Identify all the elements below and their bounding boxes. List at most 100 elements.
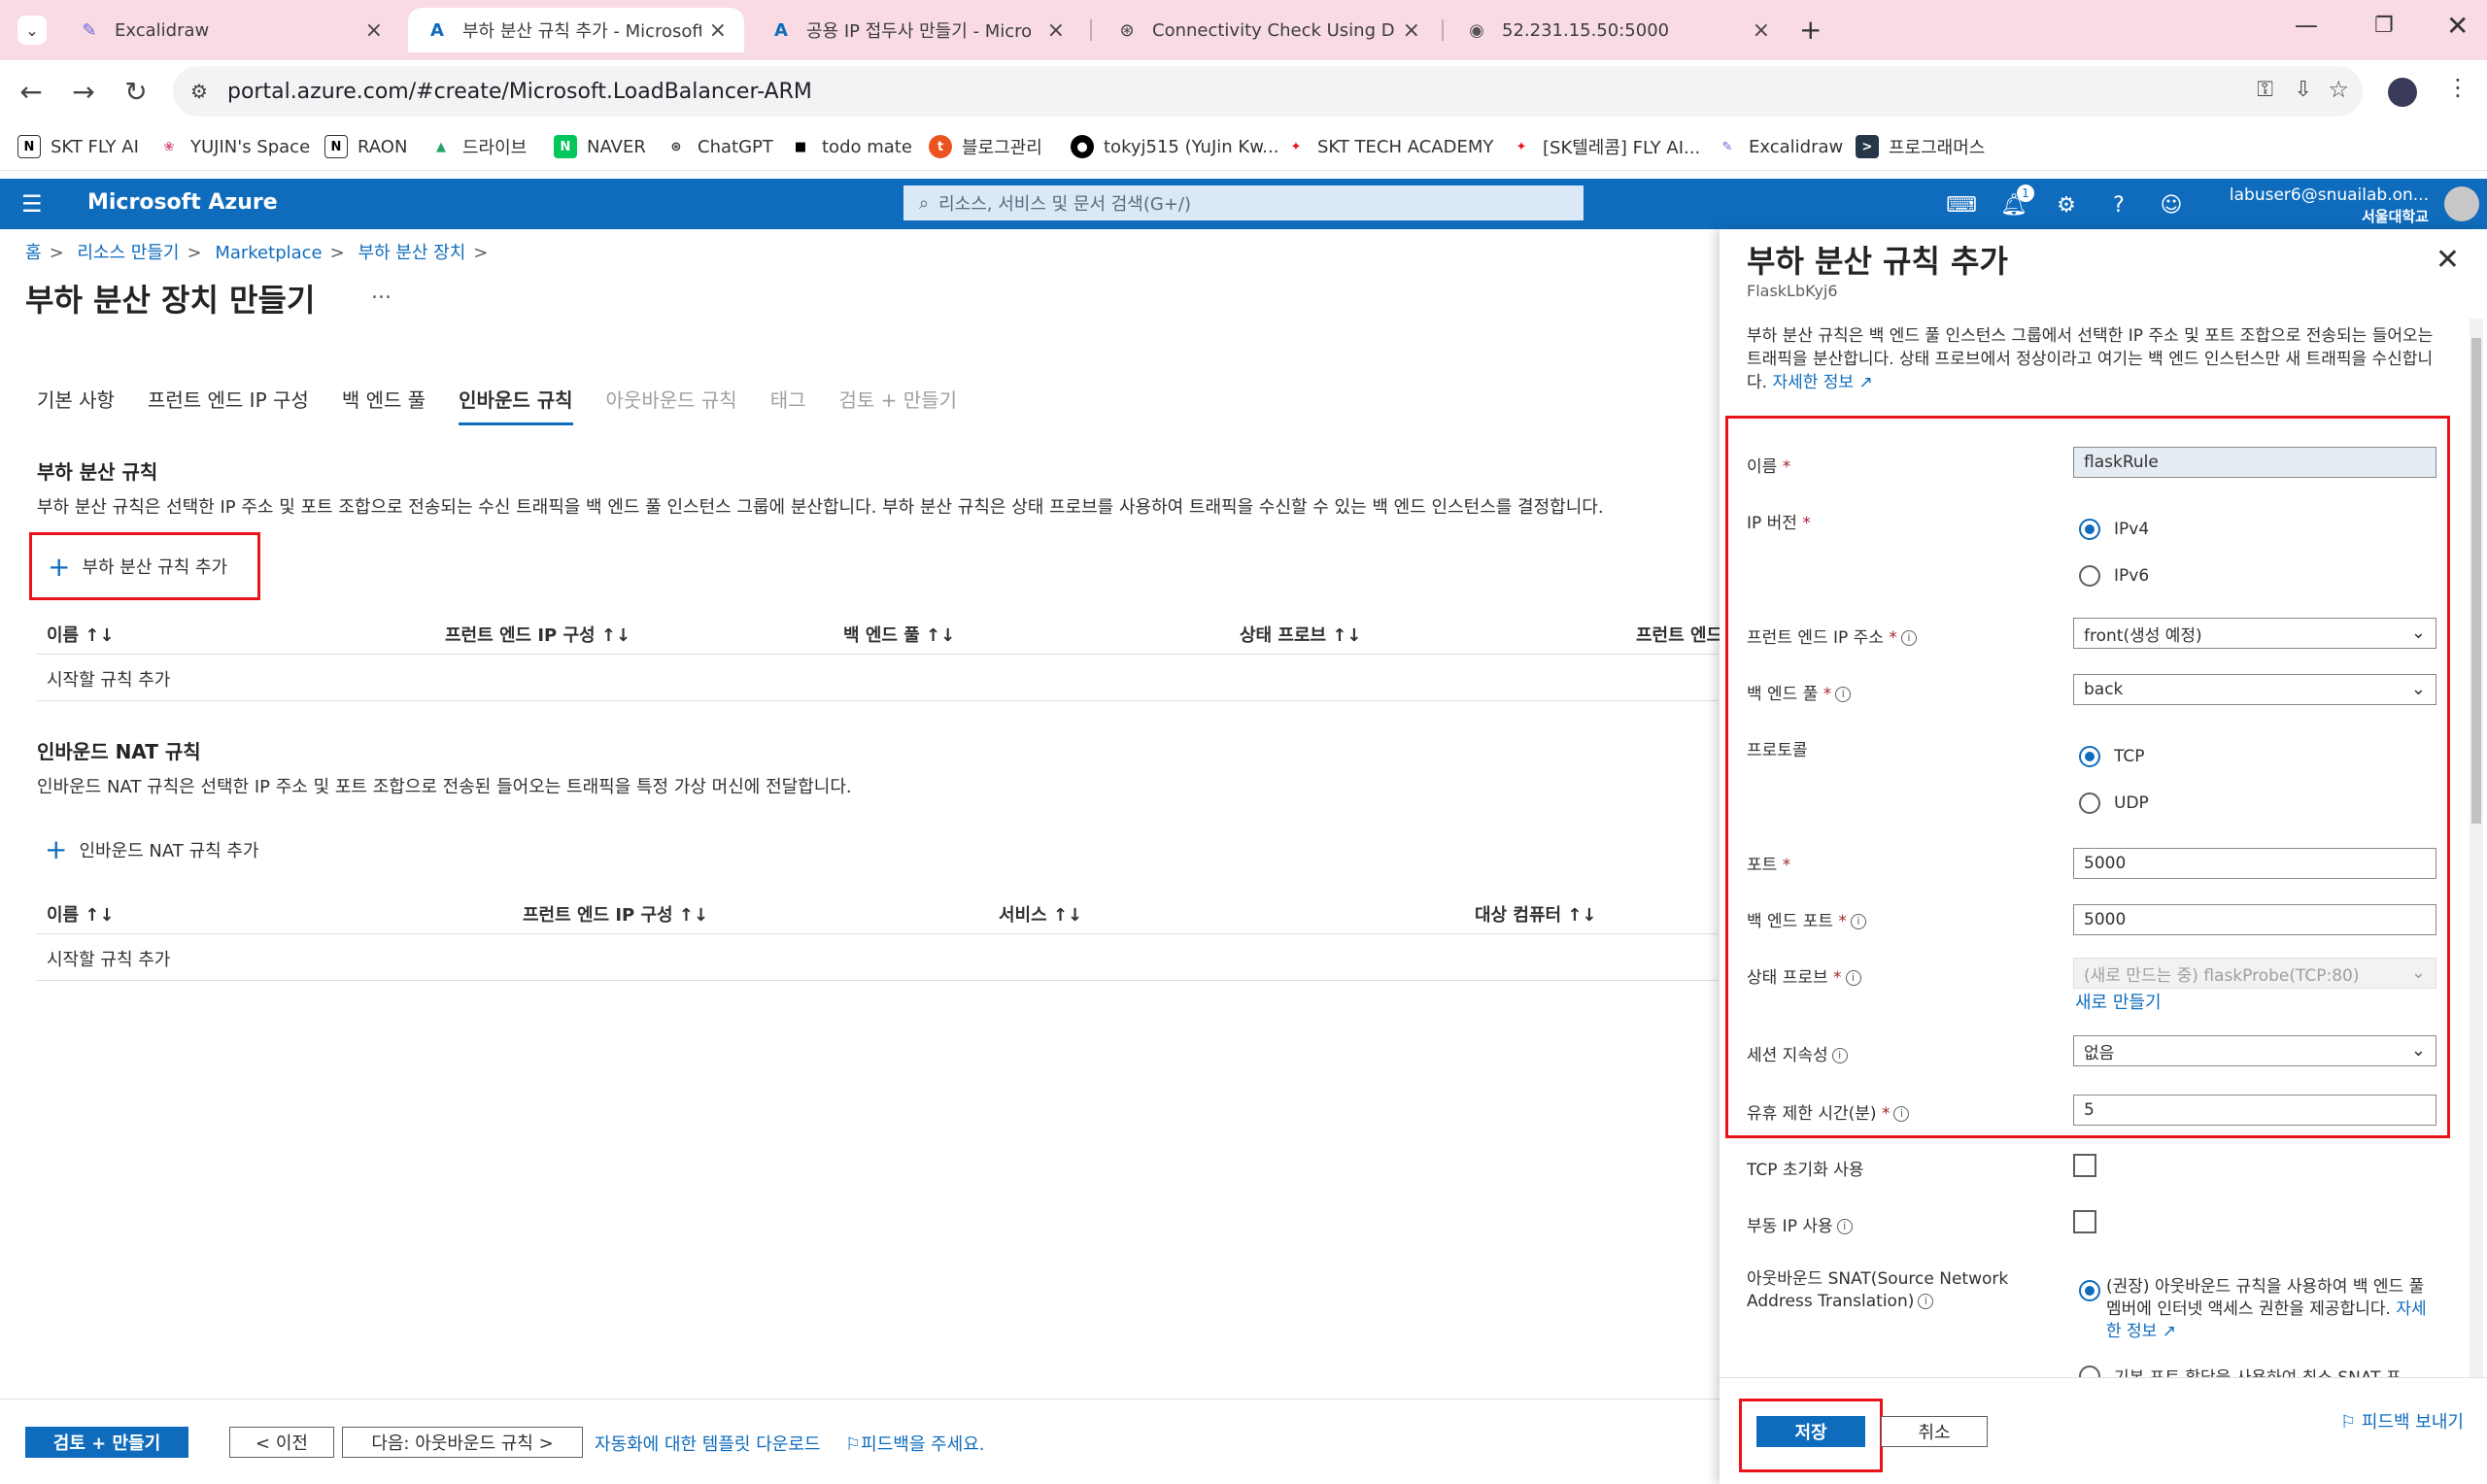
bookmark-item[interactable]: ✎ Excalidraw <box>1716 134 1843 159</box>
plus-icon: + <box>48 550 71 583</box>
column-header[interactable]: 프런트 엔드 IP 구성 ↑↓ <box>523 901 708 927</box>
column-header[interactable]: 이름 ↑↓ <box>47 622 115 647</box>
external-link-icon: ↗ <box>1854 373 1873 392</box>
bookmark-item[interactable]: N SKT FLY AI <box>17 134 139 159</box>
cancel-button[interactable]: 취소 <box>1881 1416 1988 1447</box>
bookmark-item[interactable]: ▲ 드라이브 <box>429 134 527 159</box>
more-options-button[interactable]: ... <box>371 280 392 304</box>
port-input[interactable]: 5000 <box>2073 848 2436 879</box>
back-button[interactable]: ← <box>12 72 51 111</box>
bookmark-item[interactable]: t 블로그관리 <box>929 134 1042 159</box>
radio-selected-icon <box>2079 1280 2100 1301</box>
avatar[interactable] <box>2444 186 2479 221</box>
bookmark-item[interactable]: ■ todo mate <box>789 134 912 159</box>
column-header[interactable]: 서비스 ↑↓ <box>999 901 1082 927</box>
next-button[interactable]: 다음: 아웃바운드 규칙 > <box>342 1427 583 1458</box>
previous-button[interactable]: < 이전 <box>229 1427 334 1458</box>
key-icon[interactable]: ⚿ <box>2257 78 2273 102</box>
tab-divider <box>1090 19 1092 41</box>
azure-brand[interactable]: Microsoft Azure <box>87 190 278 215</box>
install-icon[interactable]: ⇩ <box>2295 78 2312 102</box>
bookmark-item[interactable]: ✦ [SK텔레콤] FLY AI... <box>1510 134 1700 159</box>
close-icon[interactable]: × <box>1753 18 1770 43</box>
url-field[interactable]: ⚙ portal.azure.com/#create/Microsoft.Loa… <box>173 66 2363 117</box>
bookmark-item[interactable]: N RAON <box>324 134 407 159</box>
learn-more-link[interactable]: 자세한 정보 <box>1772 373 1854 392</box>
name-input[interactable]: flaskRule <box>2073 447 2436 478</box>
browser-tab[interactable]: A 공용 IP 접두사 만들기 - Micro × <box>752 8 1082 52</box>
reload-button[interactable]: ↻ <box>117 72 155 111</box>
bookmark-item[interactable]: > 프로그래머스 <box>1856 134 1985 159</box>
azure-icon: A <box>774 19 788 41</box>
star-icon[interactable]: ☆ <box>2328 76 2349 103</box>
bookmark-item[interactable]: ● tokyj515 (YuJin Kw... <box>1071 134 1278 159</box>
chevron-down-icon: ⌄ <box>25 20 39 40</box>
udp-radio[interactable]: UDP <box>2079 793 2149 814</box>
minimize-button[interactable]: — <box>2295 12 2318 39</box>
backend-pool-dropdown[interactable]: back ⌄ <box>2073 674 2436 705</box>
tcp-reset-checkbox[interactable] <box>2073 1154 2096 1177</box>
give-feedback-link[interactable]: ⚐피드백을 주세요. <box>845 1431 985 1456</box>
restore-button[interactable]: ❐ <box>2374 14 2394 38</box>
cloud-shell-icon[interactable]: ⌨ <box>1946 190 1977 219</box>
backend-port-input[interactable]: 5000 <box>2073 904 2436 935</box>
browser-tab[interactable]: ◉ 52.231.15.50:5000 × <box>1448 8 1788 52</box>
scrollbar-thumb[interactable] <box>2471 338 2481 824</box>
bookmark-item[interactable]: ❀ YUJIN's Space <box>157 134 310 159</box>
more-menu-icon[interactable]: ⋮ <box>2446 74 2470 101</box>
site-settings-icon[interactable]: ⚙ <box>190 80 208 103</box>
frontend-ip-dropdown[interactable]: front(생성 예정) ⌄ <box>2073 618 2436 649</box>
menu-icon[interactable]: ☰ <box>21 190 43 218</box>
breadcrumb-home[interactable]: 홈 <box>25 243 42 263</box>
breadcrumb-marketplace[interactable]: Marketplace <box>215 243 322 263</box>
info-icon: i <box>1918 1294 1934 1309</box>
ipv6-radio[interactable]: IPv6 <box>2079 565 2149 587</box>
create-new-probe-link[interactable]: 새로 만들기 <box>2075 989 2162 1014</box>
tab-inbound-rules[interactable]: 인바운드 규칙 <box>459 385 573 425</box>
browser-tab-active[interactable]: A 부하 분산 규칙 추가 - Microsoft × <box>408 8 744 52</box>
close-icon[interactable]: × <box>365 18 383 43</box>
account-info[interactable]: labuser6@snuailab.on... 서울대학교 <box>2230 185 2429 227</box>
column-header[interactable]: 프런트 엔드 IP 구성 ↑↓ <box>445 622 630 647</box>
column-header[interactable]: 프런트 엔드 <box>1636 622 1722 647</box>
tab-review-create: 검토 + 만들기 <box>838 388 957 412</box>
bookmark-item[interactable]: ✦ SKT TECH ACADEMY <box>1284 134 1493 159</box>
tab-basics[interactable]: 기본 사항 <box>37 385 115 425</box>
tab-backend-pools[interactable]: 백 엔드 풀 <box>342 385 426 425</box>
review-create-button[interactable]: 검토 + 만들기 <box>25 1427 188 1458</box>
help-icon[interactable]: ? <box>2104 190 2133 219</box>
add-lb-rule-button[interactable]: + 부하 분산 규칙 추가 <box>29 532 260 600</box>
feedback-icon[interactable]: ☺ <box>2157 190 2186 219</box>
browser-tab[interactable]: ✎ Excalidraw × <box>60 8 400 52</box>
idle-timeout-input[interactable]: 5 <box>2073 1095 2436 1126</box>
column-header[interactable]: 대상 컴퓨터 ↑↓ <box>1475 901 1597 927</box>
send-feedback-link[interactable]: ⚐ 피드백 보내기 <box>2340 1408 2464 1433</box>
tab-search-button[interactable]: ⌄ <box>17 16 47 45</box>
column-header[interactable]: 상태 프로브 ↑↓ <box>1240 622 1362 647</box>
window-close-button[interactable]: ✕ <box>2446 10 2469 42</box>
tab-frontend-ip[interactable]: 프런트 엔드 IP 구성 <box>148 385 309 425</box>
forward-button[interactable]: → <box>64 72 103 111</box>
ipv4-radio[interactable]: IPv4 <box>2079 519 2149 540</box>
floating-ip-checkbox[interactable] <box>2073 1210 2096 1233</box>
panel-scrollbar[interactable] <box>2470 319 2483 1377</box>
close-icon[interactable]: × <box>1047 18 1065 43</box>
close-icon[interactable]: × <box>709 18 727 43</box>
breadcrumb-load-balancer[interactable]: 부하 분산 장치 <box>358 243 465 263</box>
close-icon[interactable]: × <box>1403 18 1420 43</box>
session-persistence-dropdown[interactable]: 없음 ⌄ <box>2073 1035 2436 1066</box>
download-template-link[interactable]: 자동화에 대한 템플릿 다운로드 <box>595 1431 820 1456</box>
column-header[interactable]: 백 엔드 풀 ↑↓ <box>843 622 955 647</box>
settings-gear-icon[interactable]: ⚙ <box>2052 190 2081 219</box>
tcp-radio[interactable]: TCP <box>2079 746 2145 767</box>
column-header[interactable]: 이름 ↑↓ <box>47 901 115 927</box>
new-tab-button[interactable]: + <box>1799 14 1822 46</box>
bookmark-item[interactable]: ⊛ ChatGPT <box>664 134 773 159</box>
close-icon[interactable]: ✕ <box>2436 243 2460 277</box>
breadcrumb-create-resource[interactable]: 리소스 만들기 <box>77 243 179 263</box>
add-nat-rule-button[interactable]: + 인바운드 NAT 규칙 추가 <box>45 833 259 865</box>
profile-avatar[interactable] <box>2388 78 2417 107</box>
browser-tab[interactable]: ⊛ Connectivity Check Using DFS × <box>1098 8 1438 52</box>
global-search-input[interactable]: ⌕ 리소스, 서비스 및 문서 검색(G+/) <box>903 186 1584 220</box>
bookmark-item[interactable]: N NAVER <box>554 134 646 159</box>
